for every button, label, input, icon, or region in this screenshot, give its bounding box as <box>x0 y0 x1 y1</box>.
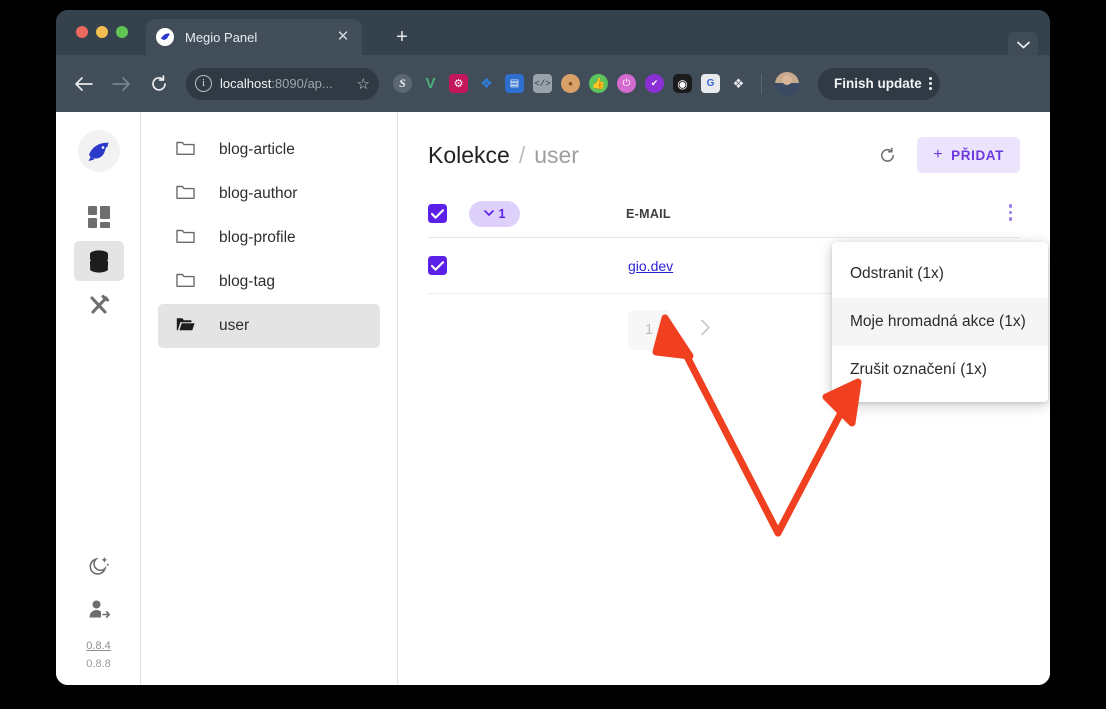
tab-title: Megio Panel <box>185 29 258 45</box>
add-button-label: PŘIDAT <box>951 147 1004 163</box>
close-window-button[interactable] <box>76 26 88 38</box>
pink-gear-extension-icon[interactable]: ⚙ <box>449 74 468 93</box>
arrow-right-icon <box>106 69 136 99</box>
star-icon[interactable]: ☆ <box>357 75 370 93</box>
blue-tag-extension-icon[interactable]: ❖ <box>477 74 496 93</box>
app-icon-rail: 0.8.4 0.8.8 <box>56 112 141 685</box>
maximize-window-button[interactable] <box>116 26 128 38</box>
plus-icon: + <box>933 146 944 163</box>
address-bar[interactable]: i localhost:8090/ap... ☆ <box>186 67 379 100</box>
menu-item-odstranit[interactable]: Odstranit (1x) <box>832 250 1048 298</box>
finish-update-label: Finish update <box>834 76 922 91</box>
collection-label: user <box>219 317 250 334</box>
column-header-email[interactable]: E-MAIL <box>626 207 671 221</box>
browser-toolbar: i localhost:8090/ap... ☆ S V ⚙ ❖ ▤ </> ●… <box>56 55 1050 112</box>
chevron-down-icon <box>483 210 494 216</box>
puzzle-extensions-icon[interactable]: ❖ <box>729 74 748 93</box>
profile-avatar[interactable] <box>775 71 799 96</box>
toolbar-divider <box>761 73 762 94</box>
check-extension-icon[interactable]: ✔ <box>645 74 664 93</box>
extensions-row: S V ⚙ ❖ ▤ </> ● 👍 ⏻ ✔ ◉ G ❖ Finish updat… <box>393 67 1038 100</box>
page-number-1[interactable]: 1 <box>628 310 670 350</box>
row-checkbox[interactable] <box>428 256 447 275</box>
main-content: Kolekce / user + PŘIDAT 1 E-MAIL gio.dev… <box>398 112 1050 685</box>
url-host: localhost <box>220 76 272 91</box>
url-path: :8090/ap... <box>271 76 333 91</box>
selection-actions-chip[interactable]: 1 <box>469 200 520 227</box>
circle-ring-extension-icon[interactable]: ◉ <box>673 74 692 93</box>
page-viewport: 0.8.4 0.8.8 blog-article blog-author blo… <box>56 112 1050 685</box>
menu-item-moje-hromadna-akce[interactable]: Moje hromadná akce (1x) <box>832 298 1048 346</box>
chevron-right-icon[interactable] <box>700 319 711 341</box>
folder-icon <box>176 272 195 293</box>
version-link[interactable]: 0.8.4 <box>56 640 141 652</box>
url-text: localhost:8090/ap... <box>220 76 355 91</box>
scribe-extension-icon[interactable]: S <box>393 74 412 93</box>
tab-strip: Megio Panel ✕ + <box>56 10 1050 58</box>
dashboard-icon[interactable] <box>74 197 124 237</box>
info-icon[interactable]: i <box>195 75 212 92</box>
collection-item-blog-tag[interactable]: blog-tag <box>158 260 380 304</box>
breadcrumb-current: user <box>534 141 579 168</box>
code-extension-icon[interactable]: </> <box>533 74 552 93</box>
shark-favicon <box>156 28 174 46</box>
add-record-button[interactable]: + PŘIDAT <box>917 137 1020 173</box>
page-header: Kolekce / user + PŘIDAT <box>428 112 1020 173</box>
finish-update-button[interactable]: Finish update <box>818 67 940 100</box>
minimize-window-button[interactable] <box>96 26 108 38</box>
kebab-menu-icon[interactable] <box>1008 204 1012 221</box>
selection-count: 1 <box>498 206 506 221</box>
folder-open-icon <box>176 316 195 337</box>
blue-card-extension-icon[interactable]: ▤ <box>505 74 524 93</box>
arrow-left-icon[interactable] <box>68 69 98 99</box>
browser-window: Megio Panel ✕ + i localhost:8090/ap... ☆… <box>56 10 1050 685</box>
collection-label: blog-profile <box>219 229 296 246</box>
collections-list: blog-article blog-author blog-profile bl… <box>141 112 398 685</box>
menu-item-zrusit-oznaceni[interactable]: Zrušit označení (1x) <box>832 346 1048 394</box>
browser-tab[interactable]: Megio Panel ✕ <box>146 19 362 55</box>
vue-devtools-extension-icon[interactable]: V <box>421 74 440 93</box>
breadcrumb-root[interactable]: Kolekce <box>428 142 510 169</box>
dark-mode-icon[interactable] <box>74 546 124 586</box>
user-add-icon[interactable] <box>74 590 124 630</box>
collection-item-blog-author[interactable]: blog-author <box>158 172 380 216</box>
collection-item-blog-profile[interactable]: blog-profile <box>158 216 380 260</box>
megio-shark-logo[interactable] <box>78 130 120 172</box>
collection-label: blog-article <box>219 141 295 158</box>
folder-icon <box>176 228 195 249</box>
row-email-link[interactable]: gio.dev <box>628 258 673 274</box>
collection-label: blog-tag <box>219 273 276 290</box>
refresh-icon[interactable] <box>873 141 901 169</box>
reload-icon[interactable] <box>144 69 174 99</box>
folder-icon <box>176 184 195 205</box>
close-icon[interactable]: ✕ <box>334 28 352 46</box>
collection-item-blog-article[interactable]: blog-article <box>158 128 380 172</box>
new-tab-button[interactable]: + <box>391 27 413 49</box>
thumbs-up-extension-icon[interactable]: 👍 <box>589 74 608 93</box>
version-text: 0.8.8 <box>86 658 111 670</box>
breadcrumb-separator: / <box>518 141 526 168</box>
power-extension-icon[interactable]: ⏻ <box>617 74 636 93</box>
table-header-row: 1 E-MAIL <box>428 190 1020 238</box>
select-all-checkbox[interactable] <box>428 204 447 223</box>
tools-icon[interactable] <box>74 285 124 325</box>
database-icon[interactable] <box>74 241 124 281</box>
collection-label: blog-author <box>219 185 298 202</box>
folder-icon <box>176 140 195 161</box>
cookie-extension-icon[interactable]: ● <box>561 74 580 93</box>
window-traffic-lights <box>76 26 128 38</box>
bulk-actions-menu: Odstranit (1x) Moje hromadná akce (1x) Z… <box>832 242 1048 402</box>
kebab-menu-icon[interactable] <box>928 77 932 90</box>
collection-item-user[interactable]: user <box>158 304 380 348</box>
google-translate-extension-icon[interactable]: G <box>701 74 720 93</box>
